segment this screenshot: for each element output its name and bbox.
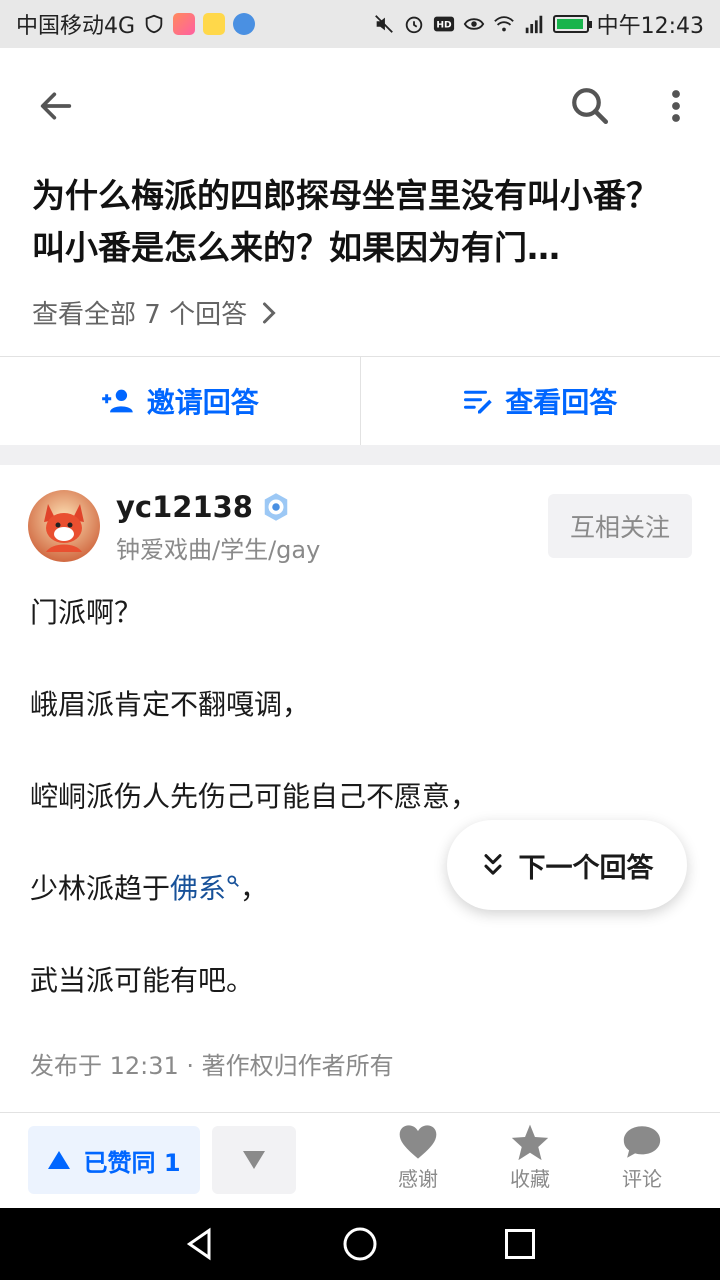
shield-icon — [145, 14, 163, 34]
section-gap — [0, 445, 720, 465]
invite-answer-label: 邀请回答 — [146, 386, 259, 419]
zhihu-app-icon — [233, 13, 256, 35]
invite-answer-button[interactable]: 邀请回答 — [0, 357, 360, 445]
fox-avatar-image — [28, 490, 100, 562]
mute-icon — [374, 15, 393, 33]
star-app-icon — [203, 13, 226, 35]
alarm-icon — [405, 16, 422, 34]
hd-icon: HD — [433, 16, 454, 32]
heart-icon — [399, 1125, 437, 1159]
view-answers-label: 查看回答 — [505, 386, 618, 419]
downvote-button[interactable] — [212, 1126, 296, 1194]
nav-recents-icon[interactable] — [502, 1226, 538, 1262]
comment-label: 评论 — [622, 1167, 662, 1191]
answer-line: 峨眉派肯定不翻嘎调， — [30, 688, 311, 721]
battery-icon — [552, 15, 592, 33]
avatar[interactable] — [28, 490, 100, 562]
author-header: yc12138 钟爱戏曲/学生/gay 互相关注 — [28, 490, 692, 566]
keyword-link-text: 佛系 — [170, 872, 227, 905]
chevron-right-icon — [263, 302, 276, 323]
svg-text:HD: HD — [436, 20, 452, 31]
view-all-label: 查看全部 7 个回答 — [32, 300, 248, 330]
answer-line-suffix: ， — [240, 872, 269, 905]
search-small-icon — [227, 875, 239, 887]
search-button[interactable] — [562, 78, 618, 134]
search-icon — [572, 88, 609, 125]
arrow-left-icon — [40, 92, 72, 120]
clock-label: 中午12:43 — [596, 14, 704, 39]
author-bio: 钟爱戏曲/学生/gay — [116, 536, 321, 564]
video-app-icon — [173, 13, 196, 35]
keyword-link[interactable]: 佛系 — [170, 872, 240, 905]
eye-icon — [463, 18, 484, 30]
answer-meta: 发布于 12:31 · 著作权归作者所有 — [30, 1052, 394, 1080]
follow-button[interactable]: 互相关注 — [548, 494, 692, 558]
more-vertical-icon — [672, 90, 680, 122]
view-answers-button[interactable]: 查看回答 — [361, 357, 720, 445]
top-bar — [0, 48, 720, 158]
answer-line: 武当派可能有吧。 — [30, 964, 255, 997]
carrier-label: 中国移动4G — [16, 14, 136, 39]
status-bar: 中国移动4G HD 中午12:43 — [0, 0, 720, 48]
triangle-down-icon — [243, 1151, 265, 1169]
comment-bubble-icon — [623, 1126, 661, 1158]
back-button[interactable] — [28, 78, 84, 134]
comment-button[interactable]: 评论 — [602, 1123, 682, 1199]
answer-line: 门派啊？ — [30, 596, 143, 629]
collect-button[interactable]: 收藏 — [490, 1123, 570, 1199]
question-actions: 邀请回答 查看回答 — [0, 357, 720, 445]
author-name-text: yc12138 — [116, 490, 253, 524]
answer-line-text: 少林派趋于 — [30, 872, 171, 905]
double-chevron-down-icon — [483, 854, 502, 875]
upvote-label: 已赞同 1 — [83, 1148, 181, 1177]
answer-content: 门派啊？ 峨眉派肯定不翻嘎调， 崆峒派伤人先伤己可能自己不愿意， 少林派趋于佛系… — [30, 588, 690, 1048]
wifi-icon — [493, 16, 514, 32]
next-answer-label: 下一个回答 — [518, 852, 654, 884]
author-name[interactable]: yc12138 — [116, 490, 291, 524]
nav-back-icon[interactable] — [182, 1226, 218, 1262]
system-nav-bar — [0, 1208, 720, 1280]
bottom-action-bar: 已赞同 1 感谢 收藏 评论 — [0, 1112, 720, 1208]
upvote-button[interactable]: 已赞同 1 — [28, 1126, 200, 1194]
thanks-button[interactable]: 感谢 — [378, 1123, 458, 1199]
nav-home-icon[interactable] — [342, 1226, 378, 1262]
thanks-label: 感谢 — [398, 1167, 438, 1191]
collect-label: 收藏 — [510, 1167, 550, 1191]
more-button[interactable] — [650, 78, 702, 134]
badge-icon — [264, 493, 288, 521]
add-user-icon — [101, 389, 133, 413]
signal-icon — [525, 15, 542, 34]
status-right: HD 中午12:43 — [373, 8, 704, 40]
triangle-up-icon — [48, 1151, 71, 1169]
list-edit-icon — [464, 390, 492, 414]
view-all-answers-link[interactable]: 查看全部 7 个回答 — [32, 294, 277, 331]
star-icon — [511, 1124, 549, 1161]
question-title[interactable]: 为什么梅派的四郎探母坐宫里没有叫小番？叫小番是怎么来的？如果因为有门… — [32, 170, 682, 274]
status-left: 中国移动4G — [16, 8, 256, 40]
next-answer-button[interactable]: 下一个回答 — [447, 820, 687, 910]
